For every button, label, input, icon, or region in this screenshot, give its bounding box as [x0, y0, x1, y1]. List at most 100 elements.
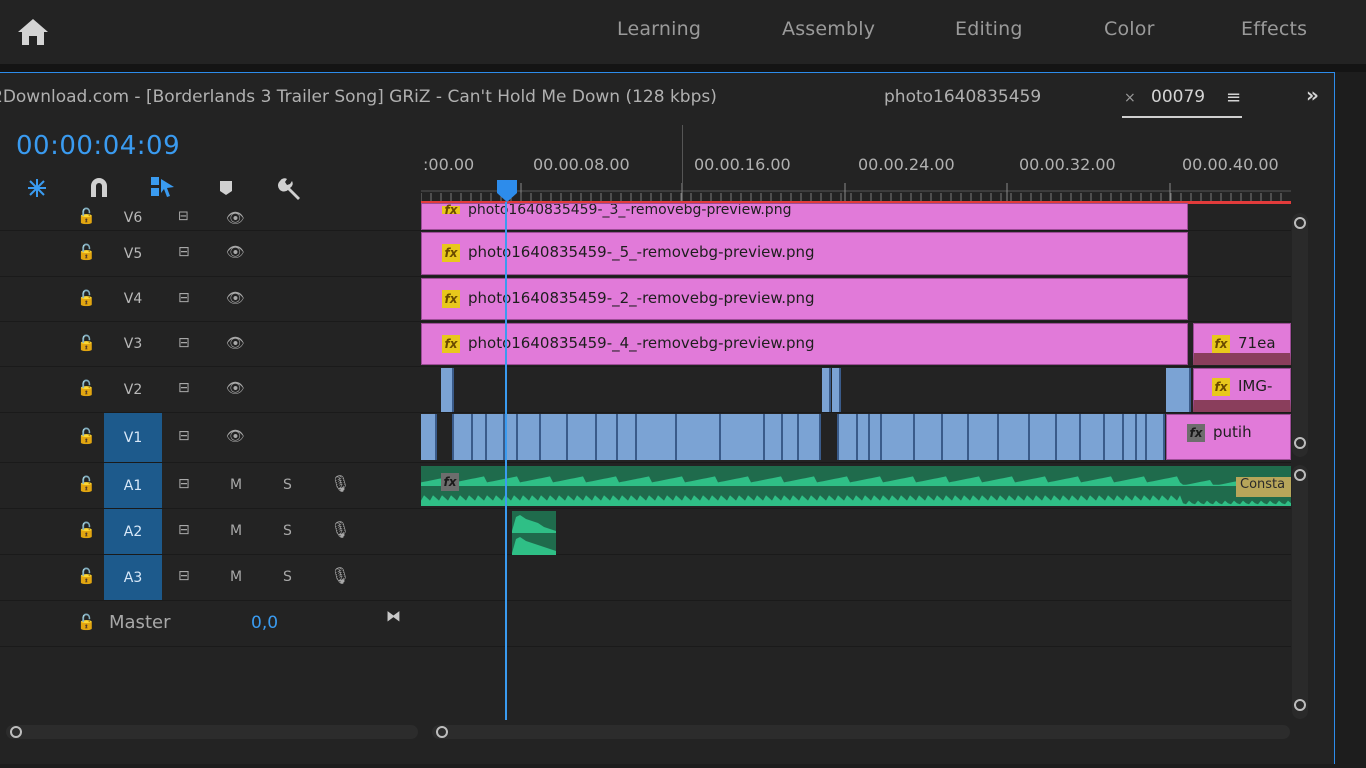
playhead-handle[interactable] [496, 179, 518, 203]
scroll-handle[interactable] [10, 726, 22, 738]
solo-button[interactable]: S [283, 523, 292, 539]
sync-lock-icon[interactable]: ⊟ [178, 209, 189, 224]
overflow-tabs-icon[interactable]: » [1306, 83, 1319, 107]
panel-menu-icon[interactable]: ≡ [1226, 87, 1241, 108]
lock-icon[interactable]: 🔓 [77, 334, 96, 352]
timeline-settings-wrench-icon[interactable] [276, 175, 302, 201]
solo-button[interactable]: S [283, 477, 292, 493]
workspace-editing[interactable]: Editing [955, 18, 1023, 40]
clip-v1[interactable] [597, 414, 618, 460]
clip-v1[interactable] [637, 414, 677, 460]
track-name-v3[interactable]: V3 [104, 322, 162, 366]
clip-v4[interactable]: fx photo1640835459-_2_-removebg-preview.p… [421, 278, 1188, 320]
clip-v1[interactable] [839, 414, 858, 460]
clip-v1[interactable] [721, 414, 765, 460]
microphone-icon[interactable]: 🎙 [330, 520, 350, 539]
clip-v1[interactable] [882, 414, 915, 460]
clip-v1[interactable] [1081, 414, 1105, 460]
clip-v1[interactable] [421, 414, 437, 460]
nest-sequence-icon[interactable] [24, 177, 50, 199]
workspace-color[interactable]: Color [1104, 18, 1155, 40]
workspace-assembly[interactable]: Assembly [782, 18, 875, 40]
track-name-v1[interactable]: V1 [104, 413, 162, 462]
lock-icon[interactable]: 🔓 [77, 289, 96, 307]
clip-v1[interactable] [799, 414, 821, 460]
snap-magnet-icon[interactable] [88, 177, 110, 199]
tab-photo-sequence[interactable]: photo1640835459 [884, 87, 1041, 107]
workspace-effects[interactable]: Effects [1241, 18, 1307, 40]
clip-v1[interactable] [969, 414, 999, 460]
linked-selection-icon[interactable] [150, 175, 176, 199]
mute-button[interactable]: M [230, 477, 242, 493]
track-name-v5[interactable]: V5 [104, 231, 162, 276]
clip-v2[interactable] [1166, 368, 1191, 412]
clip-v1[interactable] [677, 414, 721, 460]
clip-v1[interactable] [454, 414, 473, 460]
eye-icon[interactable]: 👁 [226, 334, 245, 352]
clip-v1[interactable] [437, 414, 454, 460]
add-marker-icon[interactable] [218, 179, 234, 197]
clip-v3[interactable]: fx photo1640835459-_4_-removebg-preview.p… [421, 323, 1188, 365]
clip-v1[interactable] [1137, 414, 1147, 460]
clip-v1[interactable] [541, 414, 568, 460]
audio-vertical-scrollbar[interactable] [1292, 465, 1308, 719]
eye-icon[interactable]: 👁 [226, 427, 245, 445]
workspace-learning[interactable]: Learning [617, 18, 701, 40]
clip-v1[interactable] [487, 414, 505, 460]
header-horizontal-scrollbar[interactable] [6, 725, 418, 739]
track-name-v4[interactable]: V4 [104, 277, 162, 321]
lock-icon[interactable]: 🔓 [77, 475, 96, 493]
home-icon[interactable] [16, 16, 50, 48]
lock-icon[interactable]: 🔓 [77, 521, 96, 539]
clip-v2[interactable] [832, 368, 841, 412]
clip-v1[interactable] [1105, 414, 1124, 460]
clip-v1[interactable] [821, 414, 839, 460]
microphone-icon[interactable]: 🎙 [330, 566, 350, 585]
clip-v1[interactable] [943, 414, 969, 460]
scroll-handle[interactable] [1294, 699, 1306, 711]
clip-v1[interactable] [618, 414, 637, 460]
scroll-handle[interactable] [436, 726, 448, 738]
track-name-a3[interactable]: A3 [104, 555, 162, 600]
clip-v2[interactable] [441, 368, 454, 412]
scroll-handle[interactable] [1294, 469, 1306, 481]
sync-lock-icon[interactable]: ⊟ [178, 522, 190, 538]
clip-v2[interactable] [822, 368, 831, 412]
track-name-a2[interactable]: A2 [104, 509, 162, 554]
lock-icon[interactable]: 🔓 [77, 243, 96, 261]
sync-lock-icon[interactable]: ⊟ [178, 244, 190, 260]
playhead-timecode[interactable]: 00:00:04:09 [16, 131, 180, 161]
mute-button[interactable]: M [230, 569, 242, 585]
close-tab-icon[interactable]: × [1124, 90, 1136, 106]
clip-v5[interactable]: fx photo1640835459-_5_-removebg-preview.p… [421, 232, 1188, 275]
mute-button[interactable]: M [230, 523, 242, 539]
sync-lock-icon[interactable]: ⊟ [178, 476, 190, 492]
transition-constant-power[interactable]: Consta [1236, 477, 1291, 497]
video-vertical-scrollbar[interactable] [1292, 213, 1308, 457]
eye-icon[interactable]: 👁 [226, 379, 245, 397]
clip-v1[interactable] [568, 414, 597, 460]
clip-v1[interactable] [1124, 414, 1137, 460]
solo-button[interactable]: S [283, 569, 292, 585]
tab-audio-sequence[interactable]: 2Download.com - [Borderlands 3 Trailer S… [0, 87, 717, 107]
lock-icon[interactable]: 🔓 [77, 613, 96, 631]
sync-lock-icon[interactable]: ⊟ [178, 335, 190, 351]
clip-v1[interactable] [1030, 414, 1057, 460]
eye-icon[interactable]: 👁 [226, 209, 245, 227]
clip-v1[interactable] [999, 414, 1030, 460]
playhead-line[interactable] [505, 202, 507, 720]
lock-icon[interactable]: 🔓 [77, 567, 96, 585]
microphone-icon[interactable]: 🎙 [330, 474, 350, 493]
sync-lock-icon[interactable]: ⊟ [178, 290, 190, 306]
go-to-in-out-icon[interactable]: ⧓ [386, 607, 401, 625]
clip-v1-end[interactable]: fx putih [1166, 414, 1291, 460]
clip-v1[interactable] [870, 414, 882, 460]
timeline-horizontal-scrollbar[interactable] [432, 725, 1290, 739]
sync-lock-icon[interactable]: ⊟ [178, 568, 190, 584]
clip-v6[interactable]: fx photo1640835459-_3_-removebg-preview.p… [421, 203, 1188, 230]
clip-v1[interactable] [858, 414, 870, 460]
clip-v3-end[interactable]: fx 71ea [1193, 323, 1291, 365]
tab-active-sequence[interactable]: 00079 [1151, 87, 1205, 107]
clip-a2[interactable] [512, 511, 556, 555]
clip-v1[interactable] [473, 414, 487, 460]
